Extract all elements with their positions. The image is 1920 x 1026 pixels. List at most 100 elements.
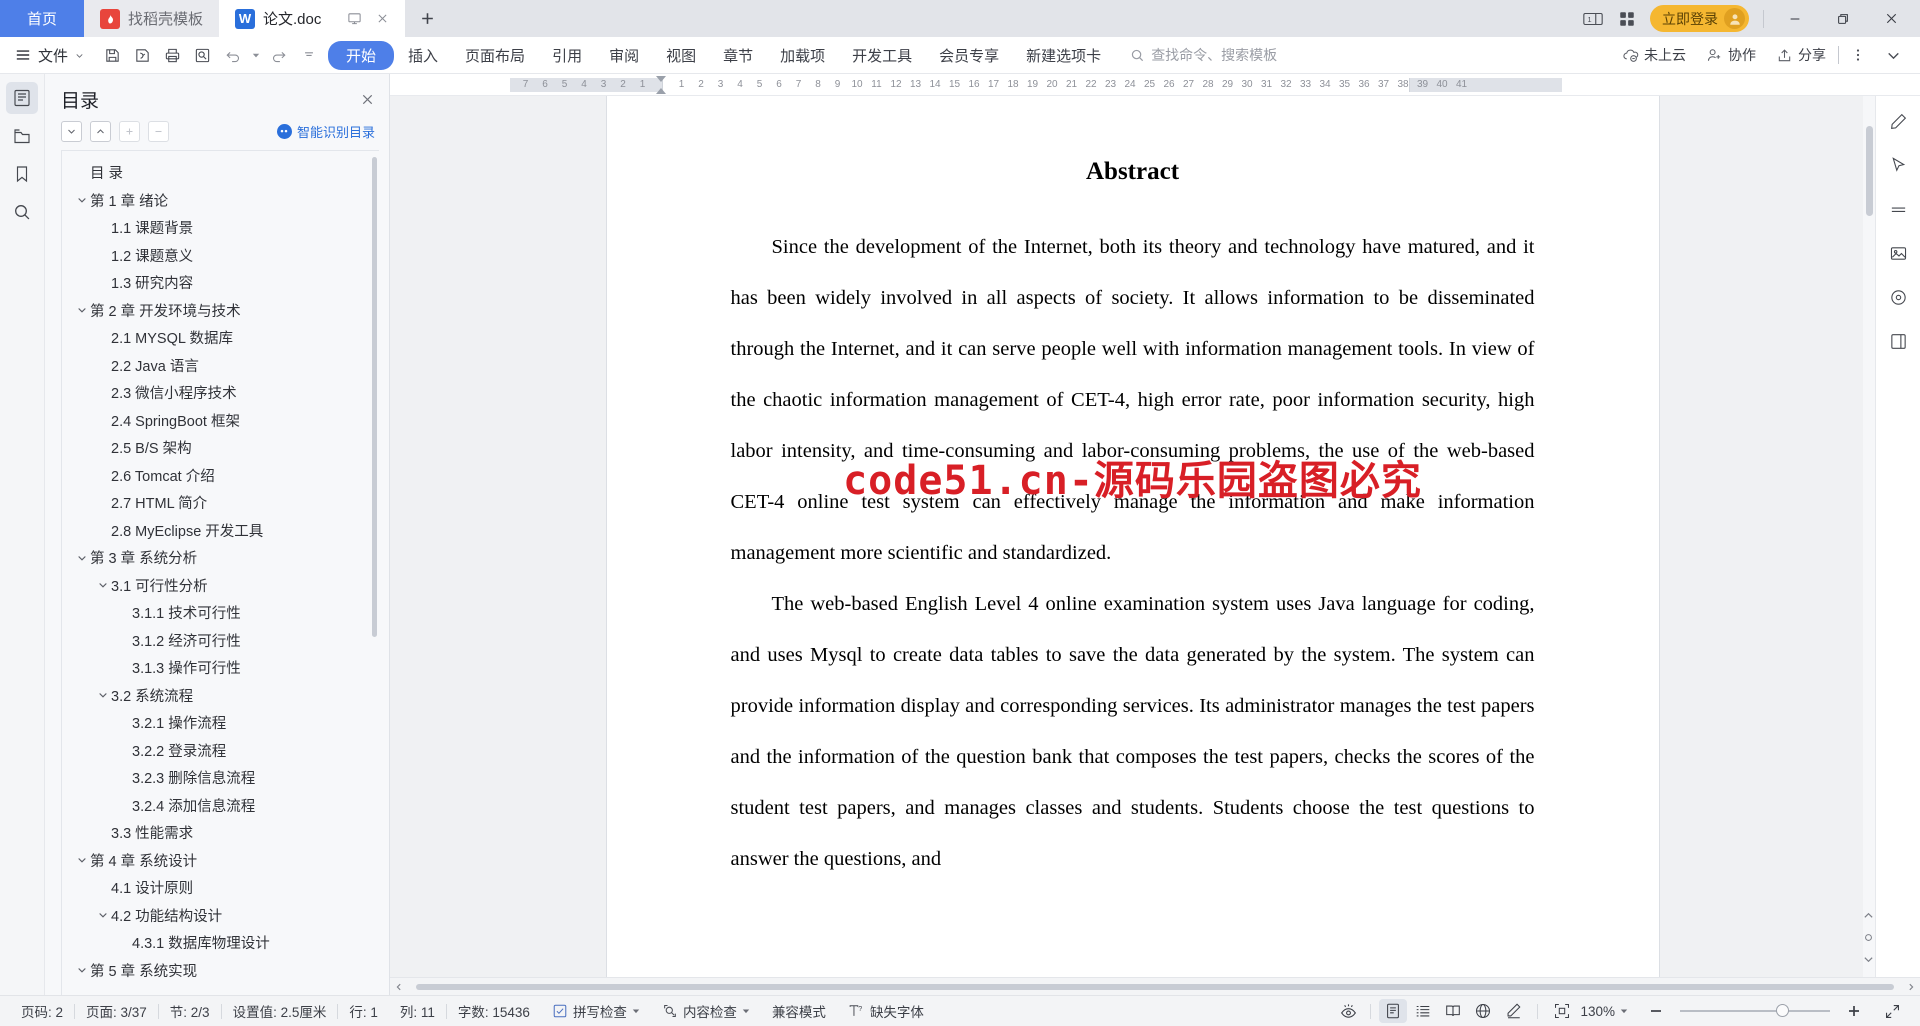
page-view-icon[interactable] <box>1379 999 1408 1023</box>
save-as-icon[interactable] <box>129 42 156 68</box>
toc-item[interactable]: 第 2 章 开发环境与技术 <box>62 297 379 325</box>
location-icon[interactable] <box>1883 282 1913 312</box>
zoom-in-button[interactable] <box>1840 999 1868 1023</box>
ribbon-tab-new[interactable]: 新建选项卡 <box>1013 41 1114 70</box>
chevron-down-icon[interactable] <box>74 305 90 315</box>
content-check-button[interactable]: 内容检查 <box>651 1001 761 1021</box>
zoom-slider-track[interactable] <box>1680 1004 1830 1017</box>
toc-item[interactable]: 2.1 MYSQL 数据库 <box>62 324 379 352</box>
customize-qat-icon[interactable] <box>295 42 322 68</box>
rail-button-thumbnail[interactable] <box>6 120 38 152</box>
close-button[interactable] <box>1874 4 1908 34</box>
zoom-slider-knob[interactable] <box>1776 1004 1789 1017</box>
toc-item[interactable]: 第 1 章 绪论 <box>62 187 379 215</box>
toc-item[interactable]: 2.5 B/S 架构 <box>62 434 379 462</box>
chevron-down-icon[interactable] <box>74 965 90 975</box>
home-tab[interactable]: 首页 <box>0 0 84 37</box>
fullscreen-icon[interactable] <box>1878 999 1906 1023</box>
ribbon-tab-chapter[interactable]: 章节 <box>710 41 766 70</box>
toc-item[interactable]: 2.6 Tomcat 介绍 <box>62 462 379 490</box>
toc-item[interactable]: 3.2.2 登录流程 <box>62 737 379 765</box>
web-view-icon[interactable] <box>1469 999 1497 1023</box>
eye-protection-icon[interactable] <box>1334 999 1362 1023</box>
toc-item[interactable]: 1.2 课题意义 <box>62 242 379 270</box>
toc-item[interactable]: 3.1 可行性分析 <box>62 572 379 600</box>
horizontal-scrollbar[interactable] <box>390 977 1920 995</box>
page-layout-icon[interactable] <box>1883 326 1913 356</box>
toc-item[interactable]: 2.8 MyEclipse 开发工具 <box>62 517 379 545</box>
minimize-button[interactable] <box>1778 4 1812 34</box>
chevron-down-icon[interactable] <box>95 910 111 920</box>
login-button[interactable]: 立即登录 <box>1650 5 1749 32</box>
ribbon-tab-view[interactable]: 视图 <box>653 41 709 70</box>
cloud-status-button[interactable]: 未上云 <box>1614 41 1694 69</box>
increase-level-button[interactable] <box>119 121 140 142</box>
ribbon-tab-review[interactable]: 审阅 <box>596 41 652 70</box>
ribbon-tab-member[interactable]: 会员专享 <box>926 41 1012 70</box>
share-button[interactable]: 分享 <box>1768 41 1834 69</box>
chevron-down-icon[interactable] <box>74 195 90 205</box>
document-page[interactable]: Abstract Since the development of the In… <box>606 96 1659 977</box>
toc-item[interactable]: 3.1.1 技术可行性 <box>62 599 379 627</box>
vertical-scrollbar-thumb[interactable] <box>1866 126 1873 216</box>
undo-dropdown-icon[interactable] <box>249 42 262 68</box>
chevron-down-icon[interactable] <box>74 553 90 563</box>
chevron-down-icon[interactable] <box>95 690 111 700</box>
tab-docer-template[interactable]: 找稻壳模板 <box>84 0 220 37</box>
search-input[interactable]: 查找命令、搜索模板 <box>1130 45 1277 65</box>
vertical-scrollbar[interactable] <box>1863 96 1875 977</box>
new-tab-button[interactable] <box>405 0 449 37</box>
horizontal-ruler[interactable]: 7 6 5 4 3 2 1 1 2 3 4 5 6 7 8 9 10 11 12 13 14 15 16 17 18 19 20 21… <box>390 74 1920 96</box>
highlight-icon[interactable] <box>1883 194 1913 224</box>
select-cursor-icon[interactable] <box>1883 150 1913 180</box>
toc-item[interactable]: 3.2 系统流程 <box>62 682 379 710</box>
horizontal-scrollbar-thumb[interactable] <box>416 983 1894 990</box>
ribbon-tab-references[interactable]: 引用 <box>539 41 595 70</box>
tab-document[interactable]: W 论文.doc <box>219 0 406 37</box>
toc-item[interactable]: 4.3.1 数据库物理设计 <box>62 929 379 957</box>
toc-item[interactable]: 3.2.1 操作流程 <box>62 709 379 737</box>
rail-button-search[interactable] <box>6 196 38 228</box>
print-icon[interactable] <box>159 42 186 68</box>
first-line-indent-marker[interactable] <box>656 76 666 82</box>
toc-item[interactable]: 4.1 设计原则 <box>62 874 379 902</box>
reading-view-icon[interactable] <box>1439 999 1467 1023</box>
select-browse-object-button[interactable] <box>1863 932 1874 943</box>
close-icon[interactable] <box>360 92 375 107</box>
redo-icon[interactable] <box>265 42 292 68</box>
toc-item[interactable]: 第 4 章 系统设计 <box>62 847 379 875</box>
document-canvas[interactable]: Abstract Since the development of the In… <box>390 96 1875 977</box>
horizontal-scrollbar-track[interactable] <box>408 978 1902 996</box>
ribbon-tab-insert[interactable]: 插入 <box>395 41 451 70</box>
present-icon[interactable] <box>347 11 362 26</box>
file-menu-button[interactable]: 文件 <box>10 45 93 66</box>
toc-item[interactable]: 第 3 章 系统分析 <box>62 544 379 572</box>
edit-pen-icon[interactable] <box>1883 106 1913 136</box>
scroll-left-button[interactable] <box>390 978 408 996</box>
collaborate-button[interactable]: 协作 <box>1698 41 1764 69</box>
toc-item[interactable]: 3.3 性能需求 <box>62 819 379 847</box>
toc-item[interactable]: 2.7 HTML 简介 <box>62 489 379 517</box>
page-up-button[interactable] <box>1863 910 1874 921</box>
grid-apps-icon[interactable] <box>1618 10 1636 28</box>
page-down-button[interactable] <box>1863 954 1874 965</box>
toc-item[interactable]: 2.3 微信小程序技术 <box>62 379 379 407</box>
ribbon-tab-page-layout[interactable]: 页面布局 <box>452 41 538 70</box>
restore-button[interactable] <box>1826 4 1860 34</box>
toc-item[interactable]: 3.2.4 添加信息流程 <box>62 792 379 820</box>
print-preview-icon[interactable] <box>189 42 216 68</box>
hanging-indent-marker[interactable] <box>656 88 666 94</box>
rail-button-outline[interactable] <box>6 82 38 114</box>
zoom-out-button[interactable] <box>1642 999 1670 1023</box>
ribbon-more-button[interactable] <box>1843 43 1873 67</box>
toc-item[interactable]: 3.1.3 操作可行性 <box>62 654 379 682</box>
outline-view-icon[interactable] <box>1409 999 1437 1023</box>
zoom-level-button[interactable]: 130% <box>1578 1004 1632 1019</box>
chevron-down-icon[interactable] <box>95 580 111 590</box>
window-split-icon[interactable]: 1 <box>1582 10 1604 28</box>
toc-item[interactable]: 1.3 研究内容 <box>62 269 379 297</box>
compat-mode-button[interactable]: 兼容模式 <box>761 1001 837 1021</box>
write-view-icon[interactable] <box>1499 999 1527 1023</box>
ribbon-tab-developer[interactable]: 开发工具 <box>839 41 925 70</box>
ribbon-tab-addins[interactable]: 加载项 <box>767 41 838 70</box>
